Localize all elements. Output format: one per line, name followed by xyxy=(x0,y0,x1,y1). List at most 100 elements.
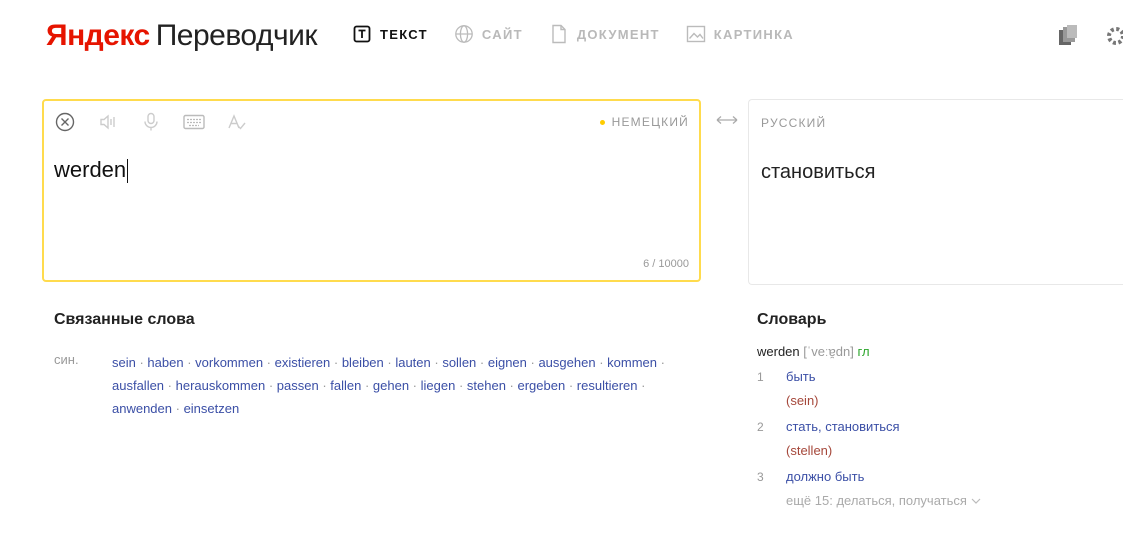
microphone-icon[interactable] xyxy=(140,111,162,133)
more-meanings-link[interactable]: ещё 15: делаться, получаться xyxy=(786,493,1117,508)
separator: · xyxy=(183,355,196,370)
source-panel: НЕМЕЦКИЙ werden 6 / 10000 xyxy=(42,99,701,282)
separator: · xyxy=(318,378,331,393)
separator: · xyxy=(455,378,467,393)
separator: · xyxy=(476,355,488,370)
synonym-link[interactable]: einsetzen xyxy=(184,401,240,416)
logo[interactable]: Яндекс Переводчик xyxy=(46,18,317,54)
synonym-link[interactable]: ausfallen xyxy=(112,378,164,393)
synonym-link[interactable]: kommen xyxy=(607,355,657,370)
source-language-label: НЕМЕЦКИЙ xyxy=(611,115,689,129)
speaker-icon[interactable] xyxy=(97,111,119,133)
separator: · xyxy=(330,355,342,370)
translation-panel: РУССКИЙ становиться xyxy=(748,99,1123,285)
tab-site-label: САЙТ xyxy=(481,26,523,42)
headword: werden xyxy=(757,344,800,359)
separator: · xyxy=(657,355,665,370)
related-words-section: Связанные слова син. sein · haben · vork… xyxy=(54,311,674,420)
synonyms-list: sein · haben · vorkommen · existieren · … xyxy=(112,351,672,420)
mode-tabs: ТЕКСТ САЙТ ДОКУМЕНТ КАРТИНКА xyxy=(352,24,820,44)
related-words-title: Связанные слова xyxy=(54,311,195,328)
separator: · xyxy=(430,355,443,370)
synonym-link[interactable]: sein xyxy=(112,355,136,370)
synonym-link[interactable]: stehen xyxy=(467,378,506,393)
tab-image[interactable]: КАРТИНКА xyxy=(686,24,794,44)
entry-example: (stellen) xyxy=(786,443,833,458)
clear-icon[interactable] xyxy=(54,111,76,133)
synonym-link[interactable]: existieren xyxy=(275,355,331,370)
part-of-speech: гл xyxy=(857,344,870,359)
synonym-link[interactable]: passen xyxy=(277,378,319,393)
synonym-link[interactable]: sollen xyxy=(442,355,476,370)
dictionary-section: Словарь werden [ˈveːɐ̯dn] гл 1 быть (sei… xyxy=(757,311,1117,508)
synonym-link[interactable]: fallen xyxy=(330,378,361,393)
tab-document[interactable]: ДОКУМЕНТ xyxy=(549,24,660,44)
source-language-selector[interactable]: НЕМЕЦКИЙ xyxy=(599,115,689,129)
entry-number: 3 xyxy=(757,470,764,484)
tab-site[interactable]: САЙТ xyxy=(454,24,523,44)
synonym-link[interactable]: gehen xyxy=(373,378,409,393)
text-caret xyxy=(127,159,129,184)
settings-gear-icon[interactable] xyxy=(1104,24,1123,48)
entry-meaning[interactable]: быть xyxy=(786,365,819,389)
dictionary-entries: 1 быть (sein) 2 стать, становиться (stel… xyxy=(757,365,1117,489)
character-counter: 6 / 10000 xyxy=(643,258,689,270)
document-icon xyxy=(549,24,569,44)
entry-meaning[interactable]: должно быть xyxy=(786,465,864,489)
globe-icon xyxy=(454,24,474,44)
synonym-link[interactable]: herauskommen xyxy=(176,378,266,393)
synonym-link[interactable]: ausgehen xyxy=(538,355,595,370)
separator: · xyxy=(164,378,176,393)
target-language-selector[interactable]: РУССКИЙ xyxy=(761,116,826,130)
image-icon xyxy=(686,24,706,44)
translation-text: становиться xyxy=(761,161,876,183)
separator: · xyxy=(505,378,518,393)
synonym-link[interactable]: lauten xyxy=(395,355,430,370)
dictionary-entry: 1 быть (sein) xyxy=(757,365,1117,413)
synonym-link[interactable]: bleiben xyxy=(342,355,384,370)
source-text-input[interactable]: werden xyxy=(54,157,129,184)
collections-icon[interactable] xyxy=(1056,24,1080,48)
synonym-link[interactable]: resultieren xyxy=(577,378,638,393)
spellcheck-icon[interactable] xyxy=(226,111,248,133)
tab-document-label: ДОКУМЕНТ xyxy=(576,26,660,42)
dictionary-headword: werden [ˈveːɐ̯dn] гл xyxy=(757,344,1117,359)
tab-text[interactable]: ТЕКСТ xyxy=(352,24,428,44)
swap-languages-icon[interactable] xyxy=(714,112,740,128)
dictionary-entry: 3 должно быть xyxy=(757,465,1117,489)
tab-text-label: ТЕКСТ xyxy=(380,26,428,42)
source-toolbar xyxy=(54,111,269,133)
entry-example: (sein) xyxy=(786,393,819,408)
synonyms-label: син. xyxy=(54,352,79,367)
separator: · xyxy=(361,378,373,393)
synonym-link[interactable]: eignen xyxy=(488,355,527,370)
entry-number: 1 xyxy=(757,370,764,384)
separator: · xyxy=(595,355,608,370)
separator: · xyxy=(383,355,396,370)
synonym-link[interactable]: liegen xyxy=(421,378,456,393)
separator: · xyxy=(409,378,421,393)
logo-product: Переводчик xyxy=(155,19,318,52)
separator: · xyxy=(637,378,646,393)
synonym-link[interactable]: anwenden xyxy=(112,401,172,416)
header: Яндекс Переводчик ТЕКСТ САЙТ ДОКУМЕНТ КАР… xyxy=(0,0,1123,72)
dictionary-title: Словарь xyxy=(757,311,827,328)
keyboard-icon[interactable] xyxy=(183,111,205,133)
separator: · xyxy=(172,401,184,416)
entry-meaning[interactable]: стать, становиться xyxy=(786,415,900,439)
logo-brand: Яндекс xyxy=(46,19,150,52)
transcription: [ˈveːɐ̯dn] xyxy=(803,344,854,359)
more-meanings-label: ещё 15: делаться, получаться xyxy=(786,493,967,508)
synonym-link[interactable]: ergeben xyxy=(518,378,566,393)
detected-dot-icon xyxy=(599,119,605,125)
synonym-link[interactable]: haben xyxy=(147,355,183,370)
separator: · xyxy=(526,355,539,370)
chevron-down-icon xyxy=(971,493,981,508)
synonym-link[interactable]: vorkommen xyxy=(195,355,263,370)
text-icon xyxy=(352,24,372,44)
dictionary-entry: 2 стать, становиться (stellen) xyxy=(757,415,1117,463)
separator: · xyxy=(565,378,577,393)
separator: · xyxy=(263,355,275,370)
separator: · xyxy=(265,378,277,393)
separator: · xyxy=(135,355,148,370)
